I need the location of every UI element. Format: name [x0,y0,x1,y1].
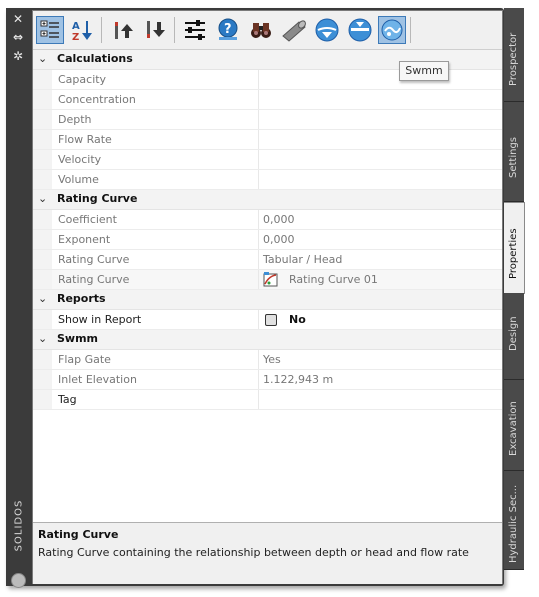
property-row[interactable]: Depth [33,110,502,130]
category-swmm[interactable]: ⌄ Swmm [33,330,502,350]
swmm-icon [381,19,403,41]
toolbar: A Z ? [33,11,502,50]
tab-prospector[interactable]: Prospector [504,8,524,102]
chevron-down-icon[interactable]: ⌄ [38,192,47,205]
palette-settings-icon[interactable]: ✲ [6,49,30,63]
close-icon[interactable]: ✕ [6,12,30,26]
property-label: Coefficient [58,213,117,226]
tab-excavation[interactable]: Excavation [504,380,524,471]
property-row[interactable]: Rating Curve Tabular / Head [33,250,502,270]
tab-hydraulic-sections[interactable]: Hydraulic Sec... [504,471,524,570]
description-pane: Rating Curve Rating Curve containing the… [33,522,502,584]
show-in-report-checkbox[interactable] [265,314,277,326]
move-down-icon [147,21,165,38]
settings-sliders-button[interactable] [181,16,209,44]
property-row[interactable]: Tag [33,390,502,410]
inlet-button[interactable] [313,16,341,44]
svg-text:Z: Z [72,32,79,42]
property-label: Depth [58,113,92,126]
property-label: Exponent [58,233,111,246]
property-row-selected[interactable]: Rating Curve Rating Curve 01 [33,270,502,290]
sort-alphabetical-icon: A Z [72,21,92,42]
property-label: Inlet Elevation [58,373,137,386]
property-label: Volume [58,173,99,186]
property-value: No [289,313,306,326]
property-row[interactable]: Show in Report No [33,310,502,330]
property-row[interactable]: Volume [33,170,502,190]
property-row[interactable]: Concentration [33,90,502,110]
property-label: Rating Curve [58,253,130,266]
categorized-view-button[interactable] [36,16,64,44]
property-value[interactable]: Rating Curve 01 [289,273,378,286]
property-label: Flow Rate [58,133,112,146]
category-rating-curve[interactable]: ⌄ Rating Curve [33,190,502,210]
pipe-icon [282,20,306,42]
property-value[interactable]: 1.122,943 m [263,373,333,386]
move-up-icon [115,22,133,39]
tab-properties[interactable]: Properties [504,202,525,294]
property-label: Concentration [58,93,136,106]
binoculars-icon [251,23,271,38]
auto-hide-icon[interactable]: ⇔ [6,30,30,44]
swmm-button[interactable] [378,16,406,44]
tab-design[interactable]: Design [504,293,524,380]
palette-title-bar[interactable]: ✕ ⇔ ✲ SOLIDOS [6,8,30,588]
palette-tabs: Prospector Settings Properties Design Ex… [504,8,526,570]
property-label: Rating Curve [58,273,130,286]
property-row[interactable]: Inlet Elevation 1.122,943 m [33,370,502,390]
chevron-down-icon[interactable]: ⌄ [38,332,47,345]
property-row[interactable]: Velocity [33,150,502,170]
property-label: Velocity [58,153,102,166]
property-grid: ⌄ Calculations Capacity Concentration De… [33,50,502,410]
property-row[interactable]: Flap Gate Yes [33,350,502,370]
water-level-icon [348,18,372,42]
chevron-down-icon[interactable]: ⌄ [38,52,47,65]
water-level-button[interactable] [346,16,374,44]
property-row[interactable]: Exponent 0,000 [33,230,502,250]
move-up-button[interactable] [109,16,137,44]
property-label: Flap Gate [58,353,111,366]
property-label: Capacity [58,73,107,86]
chevron-down-icon[interactable]: ⌄ [38,292,47,305]
tab-settings[interactable]: Settings [504,102,524,202]
inlet-icon [315,18,339,42]
property-label: Show in Report [58,313,142,326]
binoculars-button[interactable] [247,16,275,44]
property-value[interactable]: Yes [263,353,281,366]
property-value[interactable]: 0,000 [263,233,295,246]
palette-menu-icon[interactable] [11,573,26,588]
property-label: Tag [58,393,77,406]
query-icon: ? [218,18,238,40]
categorized-view-icon [40,20,59,38]
property-row[interactable]: Flow Rate [33,130,502,150]
pipe-button[interactable] [280,16,308,44]
properties-panel: A Z ? ⌄ Calculations Capacity Concentrat… [32,10,503,584]
rating-curve-icon [263,271,279,290]
svg-text:?: ? [224,22,232,37]
property-value[interactable]: 0,000 [263,213,295,226]
palette-title: SOLIDOS [13,499,25,552]
query-button[interactable]: ? [214,16,242,44]
settings-sliders-icon [185,20,205,40]
property-value[interactable]: Tabular / Head [263,253,342,266]
swmm-tooltip: Swmm [399,61,449,81]
svg-text:A: A [72,21,80,32]
sort-alphabetical-button[interactable]: A Z [68,16,96,44]
move-down-button[interactable] [141,16,169,44]
description-text: Rating Curve containing the relationship… [38,546,469,559]
property-row[interactable]: Coefficient 0,000 [33,210,502,230]
category-reports[interactable]: ⌄ Reports [33,290,502,310]
description-title: Rating Curve [38,528,119,541]
